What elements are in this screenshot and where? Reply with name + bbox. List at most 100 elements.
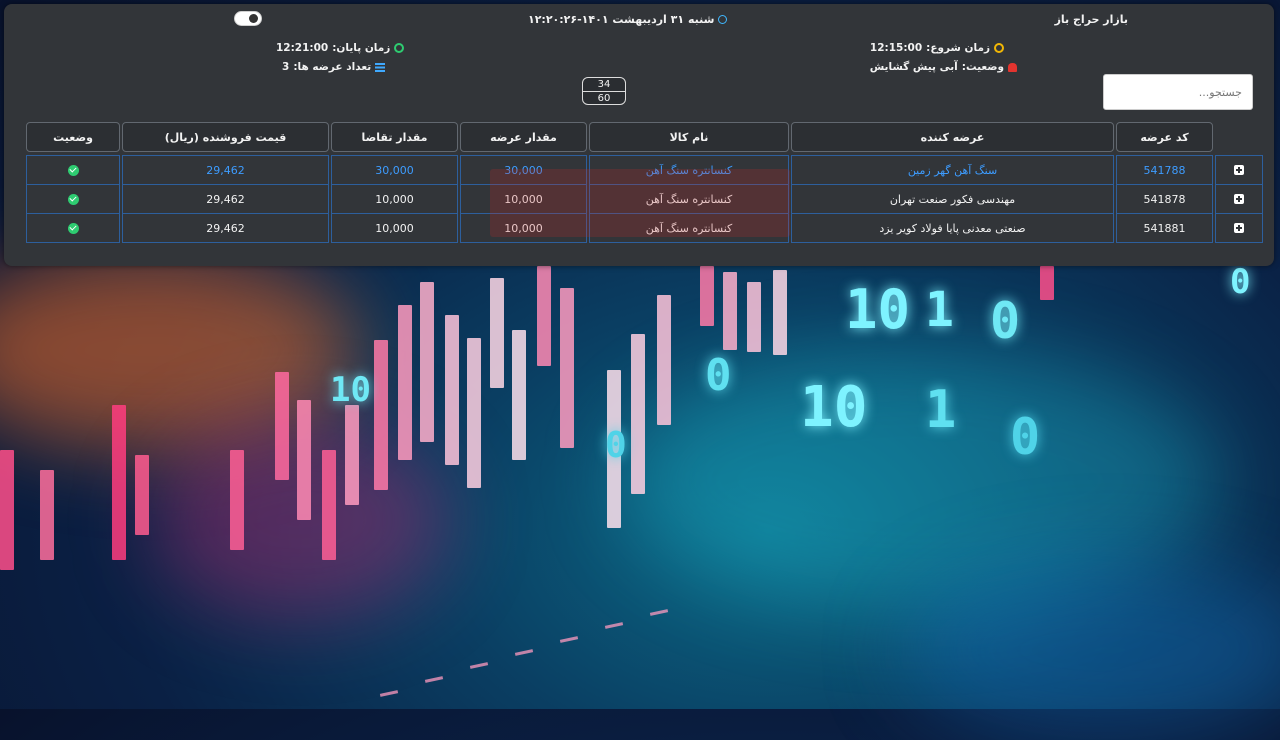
chart-candle — [723, 272, 737, 350]
cell-price: 29,462 — [122, 155, 329, 185]
row-expand-button[interactable] — [1215, 155, 1263, 185]
chart-trend-dash — [649, 609, 669, 616]
chart-digit: 10 — [845, 278, 911, 341]
end-time-value: 12:21:00 — [276, 42, 329, 54]
chart-candle — [0, 450, 14, 570]
plus-square-icon[interactable] — [1234, 194, 1244, 204]
column-header-code-col[interactable]: کد عرضه — [1116, 122, 1213, 152]
chart-candle — [135, 455, 149, 535]
check-circle-icon — [67, 164, 79, 176]
column-header-supplier-col[interactable]: عرضه کننده — [791, 122, 1114, 152]
cell-demand: 30,000 — [331, 155, 458, 185]
chart-digit: 0 — [605, 425, 627, 466]
cell-supplier: صنعتی معدنی پایا فولاد کویر یزد — [791, 213, 1114, 243]
offer-count-label: تعداد عرضه ها: — [293, 61, 372, 73]
column-header-product-col[interactable]: نام کالا — [589, 122, 789, 152]
chart-digit: 1 — [925, 380, 957, 440]
chart-digit: 0 — [1230, 262, 1251, 302]
toggle-knob — [249, 14, 258, 23]
cell-status — [26, 155, 120, 185]
table-row[interactable]: 541878 مهندسی فکور صنعت تهران کنسانتره سنگ… — [12, 184, 1264, 214]
chart-candle — [657, 295, 671, 425]
plus-square-icon[interactable] — [1234, 165, 1244, 175]
table-row[interactable]: 541788 سنگ آهن گهر زمین کنسانتره سنگ آهن 30… — [12, 155, 1264, 185]
chart-candle — [512, 330, 526, 460]
check-circle-icon — [67, 222, 79, 234]
bell-icon — [1008, 62, 1017, 72]
cell-code: 541788 — [1116, 155, 1213, 185]
chart-trend-dash — [424, 676, 444, 683]
chart-candle — [345, 405, 359, 505]
datetime-text: شنبه ۳۱ اردیبهشت ۱۴۰۱-۱۲:۲۰:۲۶ — [528, 13, 715, 26]
chart-candle — [631, 334, 645, 494]
cell-status — [26, 184, 120, 214]
cell-status — [26, 213, 120, 243]
offer-count: تعداد عرضه ها: 3 — [282, 61, 386, 73]
end-time: زمان پایان: 12:21:00 — [276, 42, 405, 54]
clock-icon — [718, 15, 728, 24]
countdown-counter: 34 60 — [582, 77, 626, 105]
table-row[interactable]: 541881 صنعتی معدنی پایا فولاد کویر یزد کنس… — [12, 213, 1264, 243]
clock-icon — [994, 43, 1004, 53]
chart-candle — [747, 282, 761, 352]
list-icon — [375, 62, 386, 72]
cell-supply: 30,000 — [460, 155, 587, 185]
row-expand-button[interactable] — [1215, 213, 1263, 243]
chart-candle — [398, 305, 412, 460]
chart-candle — [490, 278, 504, 388]
chart-trend-dash — [469, 662, 489, 669]
chart-candle — [467, 338, 481, 488]
counter-top: 34 — [597, 79, 611, 90]
search-input[interactable] — [1103, 74, 1253, 110]
column-header-price-col[interactable]: قیمت فروشنده (ریال) — [122, 122, 329, 152]
cell-price: 29,462 — [122, 213, 329, 243]
auction-status: وضعیت: آبی پیش گشایش — [870, 61, 1017, 73]
chart-digit: 0 — [705, 350, 732, 401]
table-header: کد عرضه عرضه کننده نام کالا مقدار عرضه مقدار… — [12, 122, 1264, 152]
status-label: وضعیت: — [961, 61, 1004, 73]
column-header-demand-col[interactable]: مقدار تقاضا — [331, 122, 458, 152]
chart-candle — [230, 450, 244, 550]
cell-code: 541878 — [1116, 184, 1213, 214]
theme-toggle[interactable] — [234, 11, 262, 26]
check-circle-icon — [67, 193, 79, 205]
cell-supplier: سنگ آهن گهر زمین — [791, 155, 1114, 185]
column-header-supply-col[interactable]: مقدار عرضه — [460, 122, 587, 152]
chart-candle — [275, 372, 289, 480]
market-title: بازار حراج باز — [1054, 13, 1128, 26]
cell-code: 541881 — [1116, 213, 1213, 243]
chart-digit: 10 — [330, 370, 371, 410]
plus-square-icon[interactable] — [1234, 223, 1244, 233]
chart-digit: 10 — [800, 375, 868, 440]
current-datetime: شنبه ۳۱ اردیبهشت ۱۴۰۱-۱۲:۲۰:۲۶ — [528, 13, 728, 26]
column-header-status-col[interactable]: وضعیت — [26, 122, 120, 152]
cell-supply: 10,000 — [460, 213, 587, 243]
chart-candle — [773, 270, 787, 355]
end-time-label: زمان پایان: — [332, 42, 391, 54]
chart-candle — [297, 400, 311, 520]
cell-product: کنسانتره سنگ آهن — [589, 184, 789, 214]
row-expand-button[interactable] — [1215, 184, 1263, 214]
chart-trend-dash — [514, 649, 534, 656]
start-time-value: 12:15:00 — [869, 42, 923, 54]
chart-trend-dash — [379, 690, 399, 697]
chart-trend-dash — [604, 622, 624, 629]
header-expand-col — [1215, 122, 1263, 152]
chart-trend-dash — [559, 636, 579, 643]
chart-candle — [537, 266, 551, 366]
clock-icon — [394, 43, 405, 53]
start-time-label: زمان شروع: — [926, 42, 990, 54]
cell-product: کنسانتره سنگ آهن — [589, 213, 789, 243]
cell-demand: 10,000 — [331, 213, 458, 243]
chart-candle — [40, 470, 54, 560]
cell-product: کنسانتره سنگ آهن — [589, 155, 789, 185]
chart-candle — [374, 340, 388, 490]
auction-panel: بازار حراج باز شنبه ۳۱ اردیبهشت ۱۴۰۱-۱۲:… — [4, 4, 1274, 266]
status-value: آبی پیش گشایش — [869, 61, 958, 73]
start-time: زمان شروع: 12:15:00 — [870, 42, 1004, 54]
cell-supplier: مهندسی فکور صنعت تهران — [791, 184, 1114, 214]
chart-candle — [560, 288, 574, 448]
offer-count-value: 3 — [282, 61, 290, 73]
cell-supply: 10,000 — [460, 184, 587, 214]
chart-candle — [1040, 266, 1054, 300]
